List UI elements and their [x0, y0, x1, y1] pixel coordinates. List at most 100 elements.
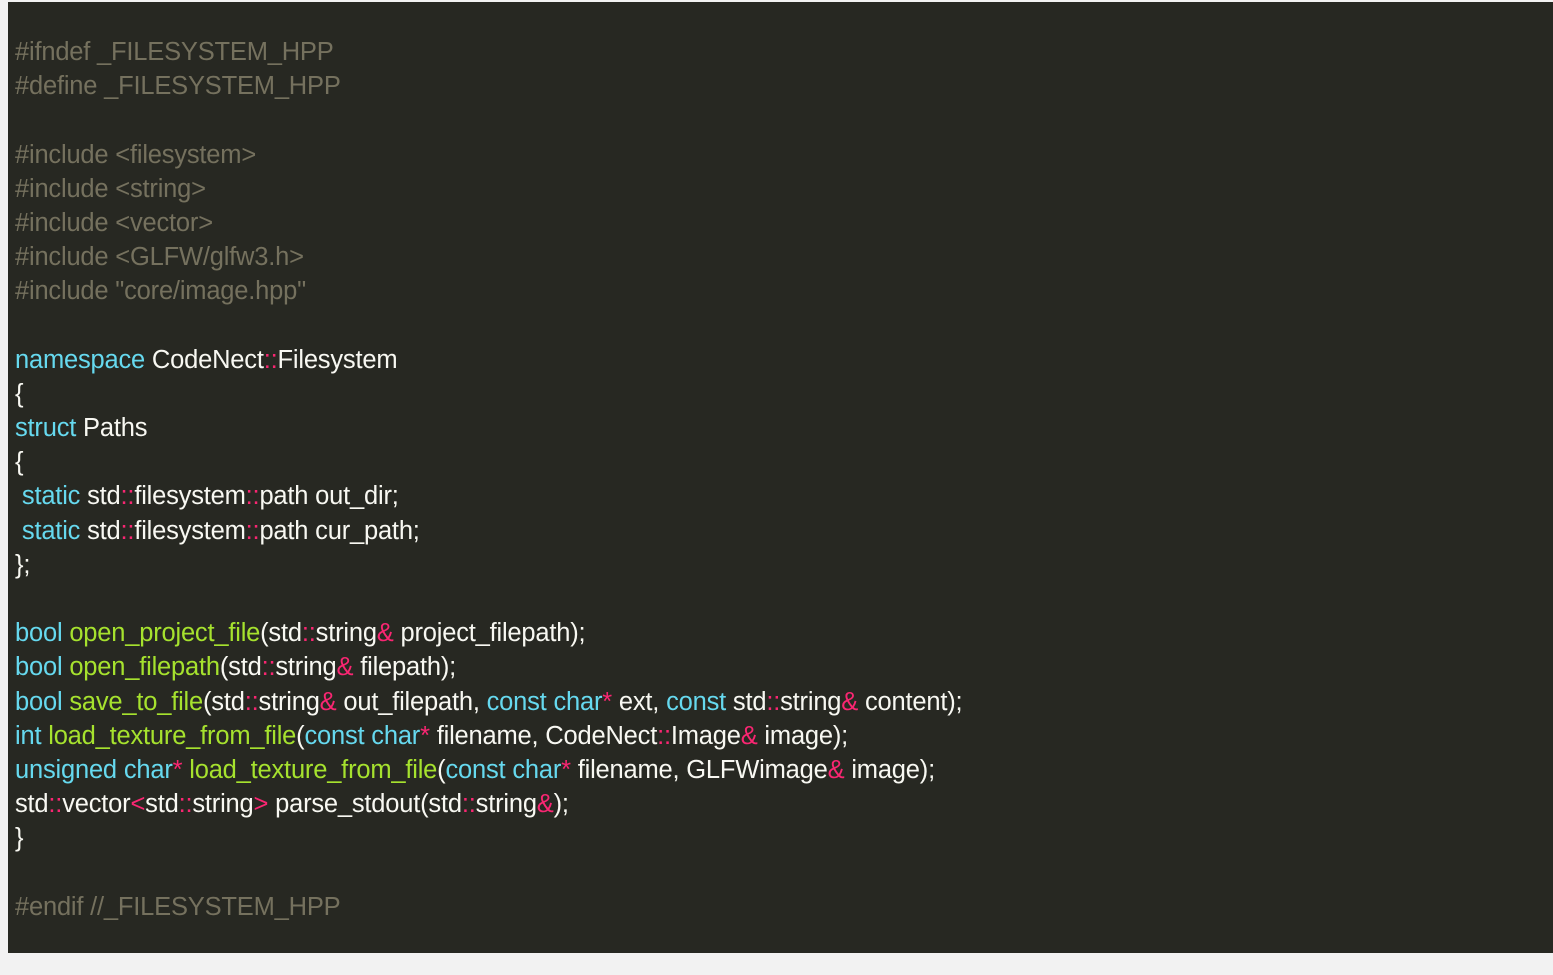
- code-line[interactable]: static std::filesystem::path cur_path;: [15, 514, 1553, 548]
- code-token: std: [726, 687, 767, 716]
- code-token: image);: [757, 721, 849, 750]
- operator-token: *: [602, 687, 612, 716]
- code-token: Image: [670, 721, 741, 750]
- operator-token: ::: [245, 482, 260, 511]
- operator-token: ::: [245, 516, 260, 545]
- code-line[interactable]: #include <string>: [15, 172, 1553, 206]
- code-line[interactable]: [15, 103, 1553, 137]
- code-line[interactable]: #ifndef _FILESYSTEM_HPP: [15, 35, 1553, 69]
- code-token: filepath);: [353, 653, 457, 682]
- keyword-token: char: [553, 687, 603, 716]
- operator-token: &: [536, 790, 554, 819]
- code-token: string: [275, 653, 337, 682]
- keyword-token: struct: [15, 414, 77, 443]
- keyword-token: int: [15, 721, 42, 750]
- code-line[interactable]: };: [15, 548, 1553, 582]
- operator-token: &: [740, 721, 758, 750]
- code-token: project_filepath);: [393, 619, 586, 648]
- operator-token: *: [561, 755, 571, 784]
- keyword-token: char: [512, 755, 562, 784]
- operator-token: ::: [120, 482, 135, 511]
- code-line[interactable]: #include <filesystem>: [15, 138, 1553, 172]
- code-line[interactable]: namespace CodeNect::Filesystem: [15, 343, 1553, 377]
- code-line[interactable]: unsigned char* load_texture_from_file(co…: [15, 753, 1553, 787]
- operator-token: &: [336, 653, 354, 682]
- code-token: string: [192, 790, 254, 819]
- code-token: ext,: [612, 687, 667, 716]
- operator-token: >: [253, 790, 269, 819]
- code-line[interactable]: [15, 856, 1553, 890]
- code-line[interactable]: bool open_project_file(std::string& proj…: [15, 616, 1553, 650]
- code-line[interactable]: #include <GLFW/glfw3.h>: [15, 240, 1553, 274]
- code-line[interactable]: #define _FILESYSTEM_HPP: [15, 69, 1553, 103]
- operator-token: &: [319, 687, 337, 716]
- operator-token: ::: [301, 619, 316, 648]
- code-line[interactable]: {: [15, 445, 1553, 479]
- code-line[interactable]: bool save_to_file(std::string& out_filep…: [15, 685, 1553, 719]
- code-token: CodeNect: [145, 345, 264, 374]
- code-token: image);: [844, 755, 935, 784]
- code-content[interactable]: #ifndef _FILESYSTEM_HPP #define _FILESYST…: [15, 35, 1553, 924]
- preprocessor-token: #include "core/image.hpp": [15, 277, 306, 306]
- operator-token: &: [841, 687, 859, 716]
- code-token: string: [258, 687, 320, 716]
- code-editor[interactable]: #ifndef _FILESYSTEM_HPP #define _FILESYST…: [8, 2, 1553, 953]
- keyword-token: bool: [15, 619, 63, 648]
- code-line[interactable]: {: [15, 377, 1553, 411]
- function-name-token: load_texture_from_file: [189, 755, 438, 784]
- code-line[interactable]: int load_texture_from_file(const char* f…: [15, 719, 1553, 753]
- code-line[interactable]: [15, 582, 1553, 616]
- code-token: {: [15, 448, 24, 477]
- code-token: );: [553, 790, 569, 819]
- function-name-token: save_to_file: [69, 687, 204, 716]
- code-token: std: [15, 790, 49, 819]
- operator-token: ::: [48, 790, 63, 819]
- code-token: std: [80, 482, 121, 511]
- operator-token: *: [420, 721, 430, 750]
- keyword-token: const: [445, 755, 506, 784]
- keyword-token: char: [371, 721, 421, 750]
- code-line[interactable]: }: [15, 821, 1553, 855]
- preprocessor-token: #include <string>: [15, 174, 206, 203]
- preprocessor-token: #ifndef _FILESYSTEM_HPP: [15, 38, 334, 66]
- keyword-token: static: [21, 516, 81, 545]
- code-line[interactable]: #include <vector>: [15, 206, 1553, 240]
- code-token: (std: [260, 619, 302, 648]
- preprocessor-token: #include <vector>: [15, 208, 213, 237]
- code-token: (std: [219, 653, 262, 682]
- code-token: content);: [858, 687, 963, 716]
- operator-token: ::: [261, 653, 276, 682]
- keyword-token: const: [666, 687, 727, 716]
- code-line[interactable]: struct Paths: [15, 411, 1553, 445]
- code-token: Filesystem: [277, 345, 398, 374]
- code-token: }: [15, 824, 24, 853]
- keyword-token: bool: [15, 687, 63, 716]
- code-line[interactable]: #include "core/image.hpp": [15, 274, 1553, 308]
- code-line[interactable]: #endif //_FILESYSTEM_HPP: [15, 890, 1553, 924]
- code-token: string: [315, 619, 377, 648]
- code-token: {: [15, 379, 24, 408]
- operator-token: *: [172, 755, 183, 784]
- keyword-token: const: [486, 687, 547, 716]
- preprocessor-token: #include <filesystem>: [15, 140, 257, 169]
- keyword-token: bool: [15, 653, 63, 682]
- keyword-token: namespace: [15, 345, 146, 374]
- code-token: vector: [62, 790, 131, 819]
- code-line[interactable]: bool open_filepath(std::string& filepath…: [15, 650, 1553, 684]
- keyword-token: unsigned: [15, 755, 117, 784]
- code-line[interactable]: [15, 309, 1553, 343]
- code-token: out_filepath,: [336, 687, 487, 716]
- preprocessor-token: #define _FILESYSTEM_HPP: [15, 72, 341, 101]
- code-line[interactable]: std::vector<std::string> parse_stdout(st…: [15, 787, 1553, 821]
- code-token: string: [780, 687, 842, 716]
- code-line[interactable]: static std::filesystem::path out_dir;: [15, 479, 1553, 513]
- code-token: std: [80, 516, 121, 545]
- operator-token: ::: [657, 721, 671, 750]
- operator-token: <: [130, 790, 146, 819]
- function-name-token: load_texture_from_file: [48, 721, 297, 750]
- code-token: filesystem: [134, 516, 246, 545]
- code-token: parse_stdout(std: [268, 790, 462, 819]
